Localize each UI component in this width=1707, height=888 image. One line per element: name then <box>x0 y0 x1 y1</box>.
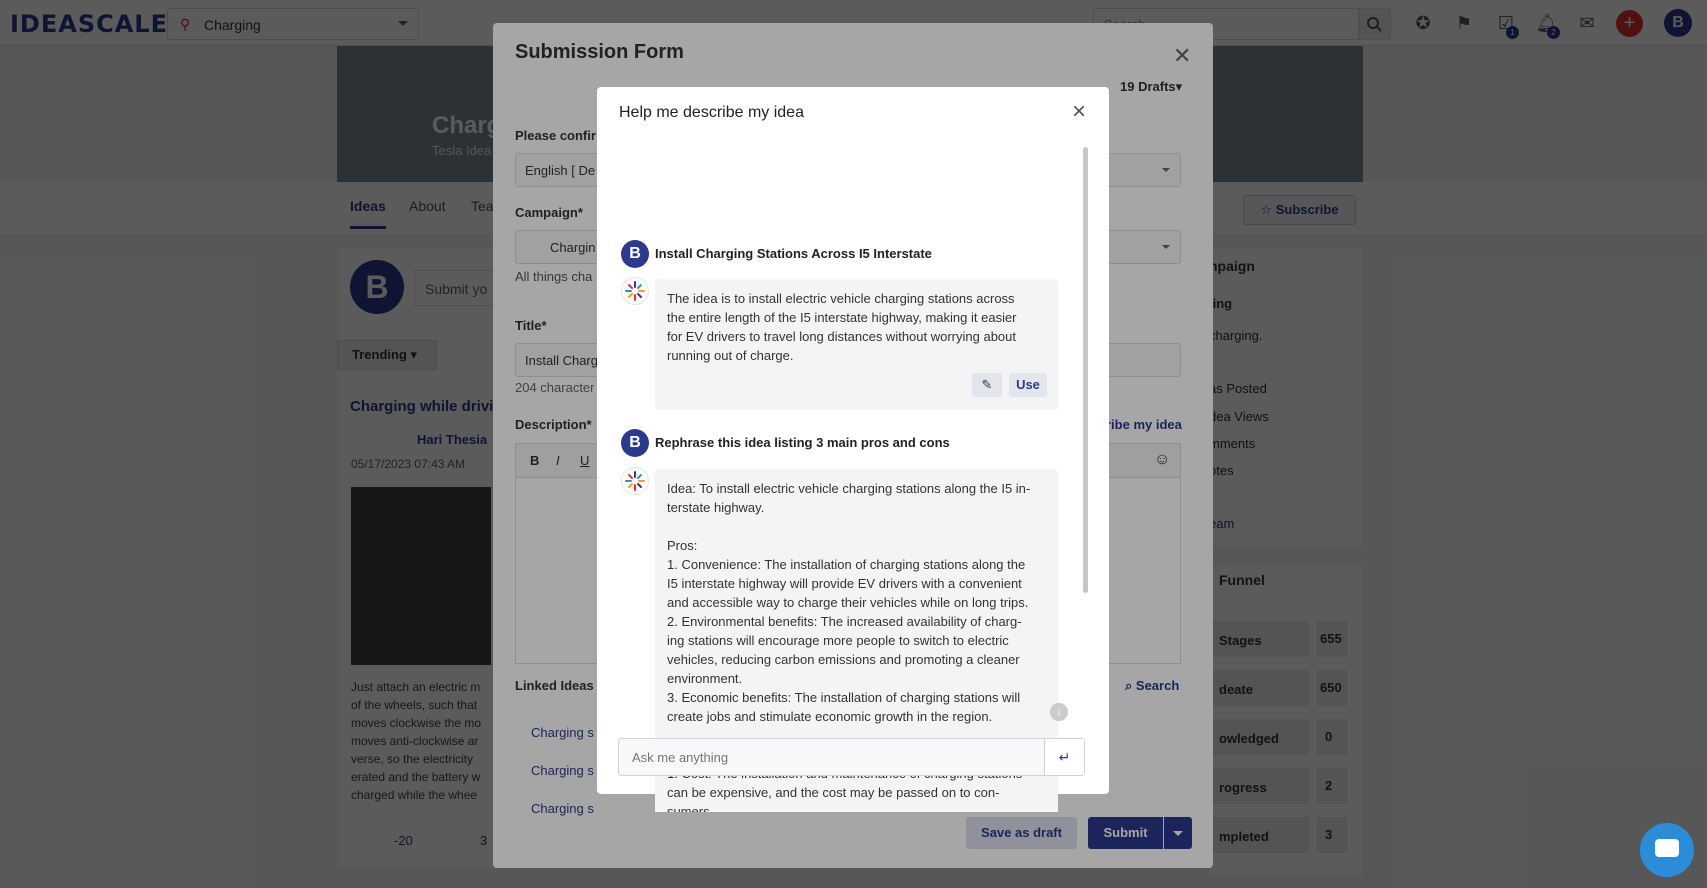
ai-assistant-icon <box>621 277 649 305</box>
ask-box: ↵ <box>618 738 1085 776</box>
send-icon[interactable]: ↵ <box>1044 739 1084 775</box>
user-avatar: B <box>621 429 649 457</box>
edit-icon[interactable]: ✎ <box>972 373 1002 397</box>
user-message: Rephrase this idea listing 3 main pros a… <box>655 435 950 450</box>
close-icon[interactable]: × <box>1072 100 1086 124</box>
help-modal-title: Help me describe my idea <box>619 104 804 121</box>
scroll-down-icon[interactable]: ↓ <box>1050 703 1068 721</box>
ai-response-bubble: The idea is to install electric vehicle … <box>655 279 1058 410</box>
user-message: Install Charging Stations Across I5 Inte… <box>655 246 932 261</box>
chat-scrollbar[interactable] <box>1083 147 1088 593</box>
user-avatar: B <box>621 240 649 268</box>
use-response-button[interactable]: Use <box>1009 373 1047 397</box>
chat-bubble-icon <box>1655 839 1679 857</box>
ask-input[interactable] <box>619 739 1044 775</box>
ai-response-text: The idea is to install electric vehicle … <box>667 291 1017 363</box>
help-describe-modal: Help me describe my idea × B Install Cha… <box>597 87 1109 812</box>
chat-thread[interactable]: B Install Charging Stations Across I5 In… <box>597 147 1095 812</box>
support-chat-button[interactable] <box>1640 823 1694 877</box>
ai-assistant-icon <box>621 467 649 495</box>
